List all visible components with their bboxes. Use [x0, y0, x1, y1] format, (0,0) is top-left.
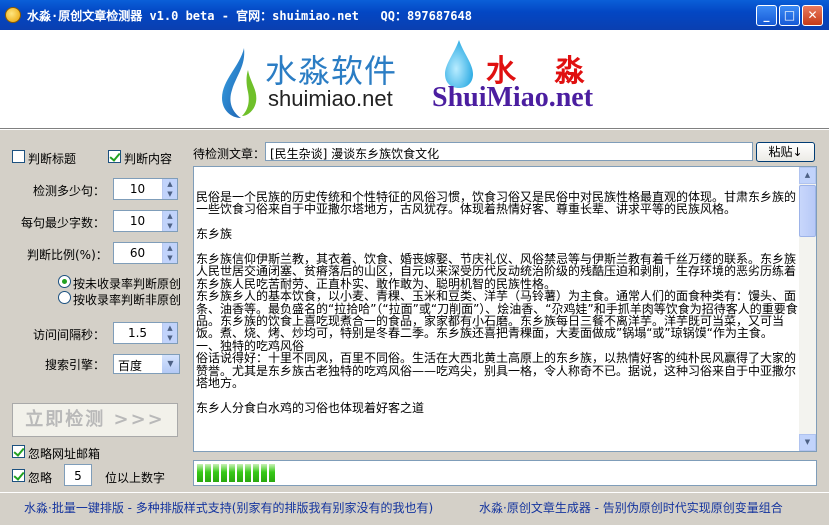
engine-label: 搜索引擎：	[45, 358, 106, 372]
ratio-label: 判断比例(%)：	[27, 248, 108, 262]
min-chars-stepper[interactable]: 10 ▲ ▼	[113, 210, 178, 232]
footer: 水淼·批量一键排版 - 多种排版样式支持(别家有的排版我有别家没有的我也有) 水…	[0, 492, 829, 525]
engine-value: 百度	[118, 359, 143, 373]
chevron-down-icon[interactable]: ▼	[162, 355, 179, 373]
interval-label: 访问间隔秒：	[33, 328, 106, 342]
ignore-url-label[interactable]: 忽略网址邮箱	[28, 445, 100, 462]
brand-name-en: ShuiMiao.net	[432, 82, 594, 113]
progress-segment	[205, 464, 211, 482]
stepper-arrows-icon[interactable]: ▲ ▼	[162, 211, 177, 231]
article-textarea[interactable]: 民俗是一个民族的历史传统和个性特征的风俗习惯，饮食习俗又是民俗中对民族性格最直观…	[193, 166, 817, 452]
check-title-label[interactable]: 判断标题	[28, 150, 76, 167]
header-banner: 水淼软件 shuimiao.net 水 淼 ShuiMiao.net	[0, 30, 829, 128]
article-paragraph: 俗话说得好：十里不同风，百里不同俗。生活在大西北黄土高原上的东乡族，以热情好客的…	[196, 351, 797, 391]
article-label: 待检测文章：	[193, 147, 266, 161]
scroll-thumb[interactable]	[799, 185, 816, 237]
article-paragraph: 民俗是一个民族的历史传统和个性特征的风俗习惯，饮食习俗又是民俗中对民族性格最直观…	[196, 190, 797, 217]
progress-segment	[261, 464, 267, 482]
article-content: 民俗是一个民族的历史传统和个性特征的风俗习惯，饮食习俗又是民俗中对民族性格最直观…	[196, 191, 800, 427]
progress-segment	[245, 464, 251, 482]
progress-segment	[237, 464, 243, 482]
ignore-digits-label[interactable]: 忽略	[28, 469, 52, 486]
stepper-arrows-icon[interactable]: ▲ ▼	[162, 243, 177, 263]
check-content-label[interactable]: 判断内容	[124, 150, 172, 167]
article-paragraph: 东乡族乡人的基本饮食，以小麦、青稞、玉米和豆类、洋芋（马铃薯）为主食。通常人们的…	[196, 289, 798, 341]
vertical-scrollbar[interactable]: ▲ ▼	[799, 167, 816, 451]
radio-not-included[interactable]	[58, 291, 71, 304]
title-bar[interactable]: 水淼·原创文章检测器 v1.0 beta - 官网：shuimiao.net Q…	[0, 0, 829, 30]
check-title-checkbox[interactable]	[12, 150, 25, 163]
stepper-arrows-icon[interactable]: ▲ ▼	[162, 323, 177, 343]
sentences-stepper[interactable]: 10 ▲ ▼	[113, 178, 178, 200]
footer-link-article-generator[interactable]: 水淼·原创文章生成器 - 告别伪原创时代实现原创变量组合	[479, 499, 783, 516]
interval-stepper[interactable]: 1.5 ▲ ▼	[113, 322, 178, 344]
window-title: 水淼·原创文章检测器 v1.0 beta - 官网：shuimiao.net Q…	[27, 9, 472, 23]
close-button[interactable]: ✕	[802, 5, 823, 26]
paste-button[interactable]: 粘贴↓	[756, 142, 815, 162]
ignore-digits-input[interactable]: 5	[64, 464, 92, 486]
progress-segment	[229, 464, 235, 482]
article-paragraph: 东乡人分食白水鸡的习俗也体现着好客之道	[196, 400, 425, 415]
article-paragraph: 东乡族	[196, 227, 233, 242]
radio-included-label[interactable]: 按未收录率判断原创	[73, 275, 181, 292]
minimize-button[interactable]: _	[756, 5, 777, 26]
start-check-button[interactable]: 立即检测 >>>	[12, 403, 178, 437]
header-divider	[0, 128, 829, 130]
progress-fill	[197, 464, 275, 482]
progress-segment	[269, 464, 275, 482]
ratio-stepper[interactable]: 60 ▲ ▼	[113, 242, 178, 264]
progress-segment	[253, 464, 259, 482]
progress-bar	[193, 460, 817, 486]
stepper-arrows-icon[interactable]: ▲ ▼	[162, 179, 177, 199]
progress-segment	[221, 464, 227, 482]
engine-select[interactable]: 百度 ▼	[113, 354, 180, 374]
water-drop-logo-icon	[222, 48, 257, 118]
maximize-button[interactable]: □	[779, 5, 800, 26]
article-title-input[interactable]: [民生杂谈] 漫谈东乡族饮食文化	[265, 142, 753, 161]
scroll-up-icon[interactable]: ▲	[799, 167, 816, 184]
radio-not-included-label[interactable]: 按收录率判断非原创	[73, 291, 181, 308]
min-chars-label: 每句最少字数：	[21, 216, 106, 230]
footer-link-batch-format[interactable]: 水淼·批量一键排版 - 多种排版样式支持(别家有的排版我有别家没有的我也有)	[24, 499, 433, 516]
ignore-url-checkbox[interactable]	[12, 445, 25, 458]
progress-segment	[197, 464, 203, 482]
scroll-down-icon[interactable]: ▼	[799, 434, 816, 451]
progress-segment	[213, 464, 219, 482]
brand-url: shuimiao.net	[268, 86, 393, 111]
app-icon	[5, 7, 21, 23]
ignore-digits-suffix: 位以上数字	[105, 471, 166, 485]
check-content-checkbox[interactable]	[108, 150, 121, 163]
sentences-label: 检测多少句：	[33, 184, 106, 198]
article-paragraph: 东乡族信仰伊斯兰教，其衣着、饮食、婚丧嫁娶、节庆礼仪、风俗禁忌等与伊斯兰教有着千…	[196, 252, 797, 291]
ignore-digits-value: 5	[74, 469, 82, 483]
ignore-digits-checkbox[interactable]	[12, 469, 25, 482]
radio-included[interactable]	[58, 275, 71, 288]
